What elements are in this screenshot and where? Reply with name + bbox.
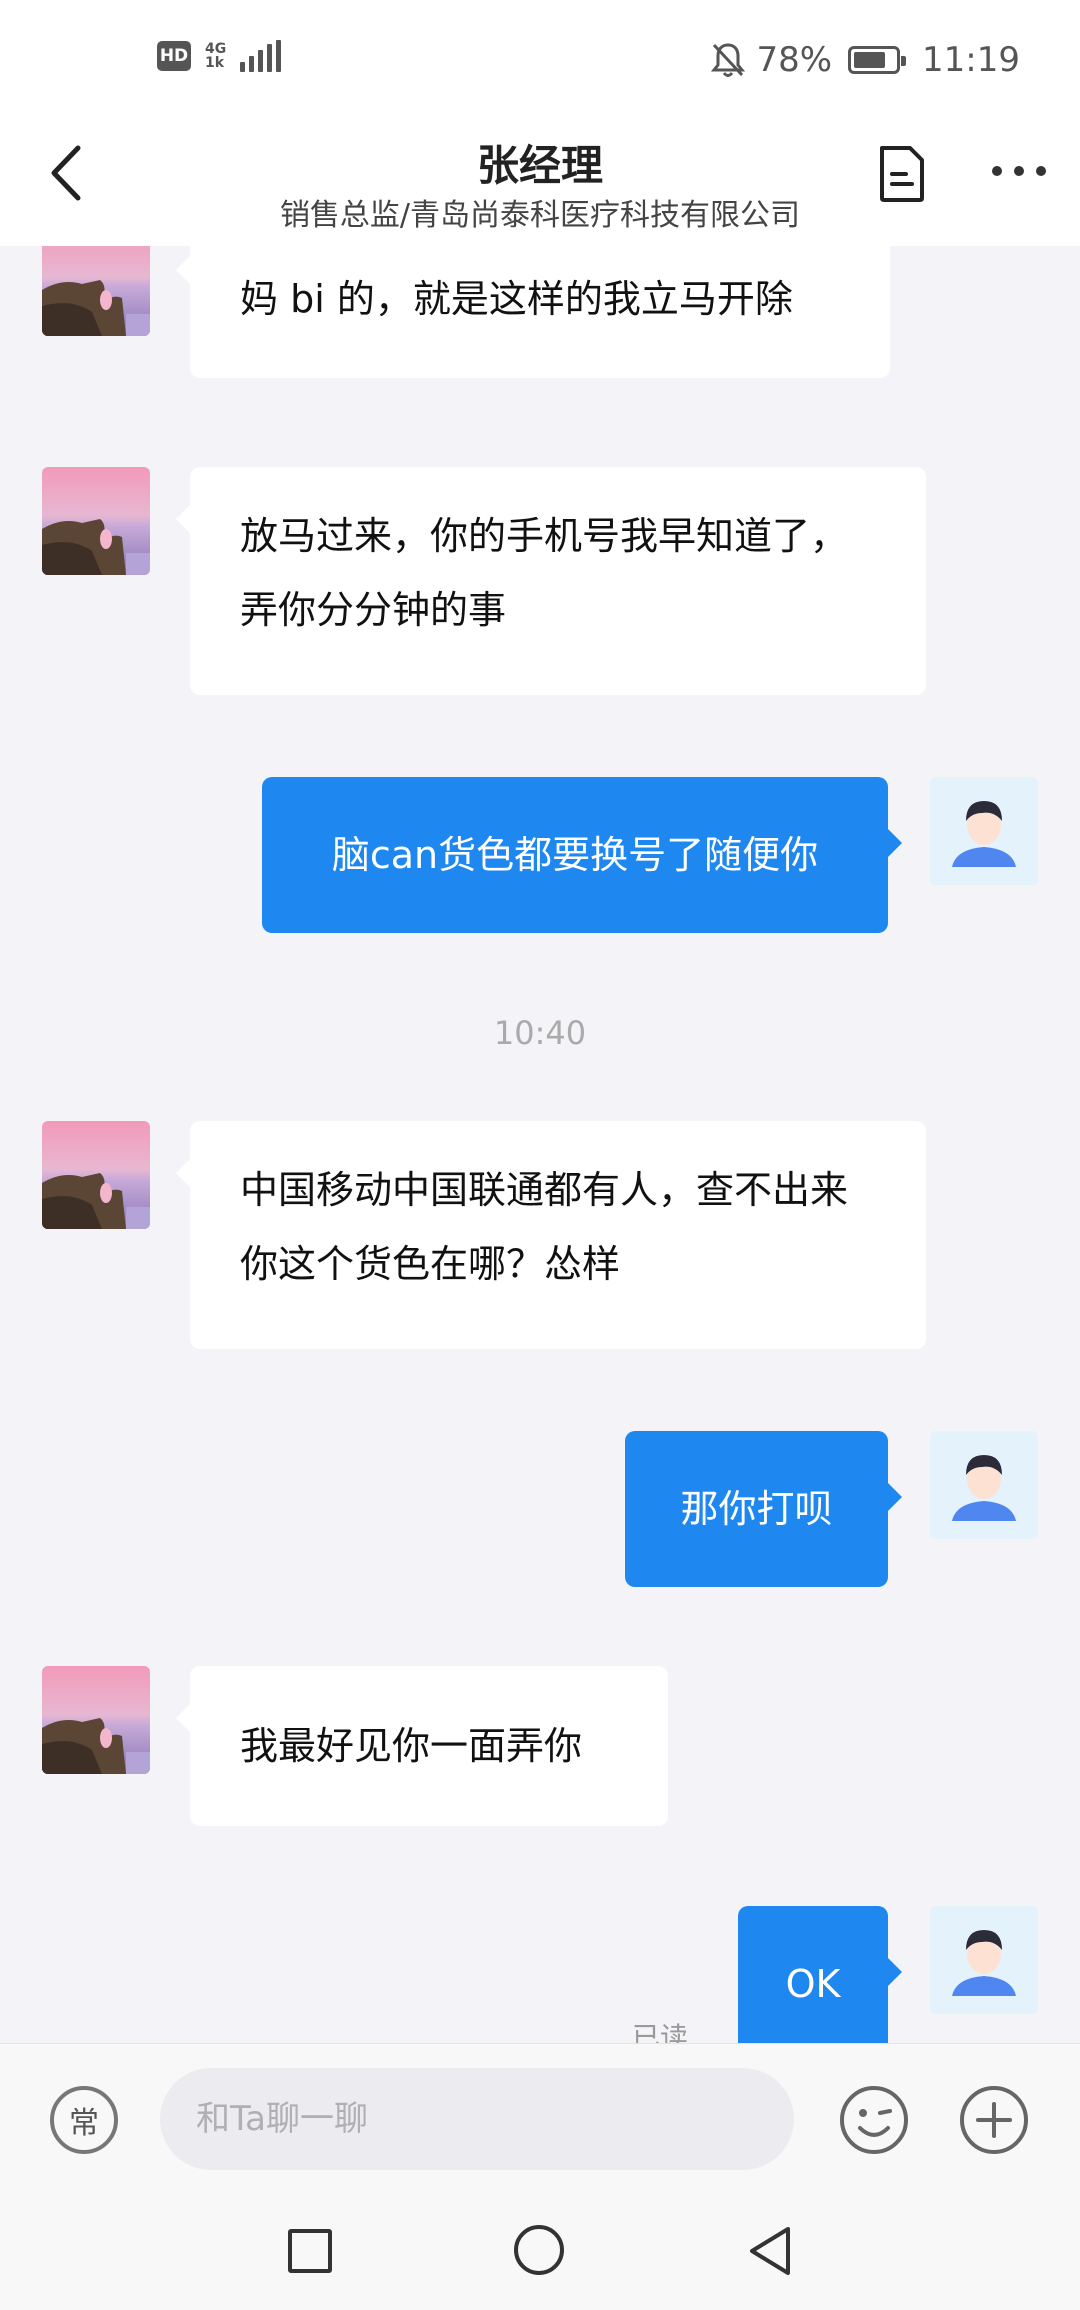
contact-avatar[interactable] [42,246,150,336]
my-avatar[interactable] [930,1431,1038,1539]
contact-avatar[interactable] [42,1121,150,1229]
message-bubble-incoming[interactable]: 妈 bi 的，就是这样的我立马开除 [176,246,890,378]
avatar-image [42,467,150,575]
hd-badge: HD [157,41,191,71]
timestamp: 10:40 [493,1014,587,1052]
message-bubble-outgoing[interactable]: 那你打呗 [625,1431,902,1587]
status-right: 78% 11:19 [710,40,1020,80]
emoji-icon [840,2086,908,2154]
message-bubble-incoming[interactable]: 放马过来，你的手机号我早知道了，弄你分分钟的事 [176,467,926,695]
message-text: 中国移动中国联通都有人，查不出来你这个货色在哪？怂样 [240,1168,849,1286]
user-avatar-icon [930,777,1038,885]
my-avatar[interactable] [930,1906,1038,2014]
avatar-image [42,246,150,336]
profile-card-button[interactable] [876,144,928,204]
read-receipt: 已读 [632,2021,689,2043]
more-dot-icon [992,166,1002,176]
mute-bell-icon [711,43,746,77]
message-bubble-outgoing[interactable]: OK [738,1906,902,2043]
signal-icon [240,40,282,72]
network-type: 4G 1k [205,42,226,70]
more-dot-icon [1014,166,1024,176]
battery-percent: 78% [756,40,833,80]
network-type-label: 4G [205,41,227,57]
message-bubble-incoming[interactable]: 中国移动中国联通都有人，查不出来你这个货色在哪？怂样 [176,1121,926,1349]
contact-avatar[interactable] [42,467,150,575]
common-phrases-button[interactable]: 常 [50,2086,118,2154]
more-actions-button[interactable] [958,2084,1030,2156]
status-left: HD 4G 1k [157,40,282,72]
avatar-image [42,1666,150,1774]
chat-header: 张经理 销售总监/青岛尚泰科医疗科技有限公司 [0,120,1080,246]
input-bar: 常 [0,2043,1080,2193]
plus-icon [960,2086,1028,2154]
user-avatar-icon [930,1906,1038,2014]
avatar-image [42,1121,150,1229]
my-avatar[interactable] [930,777,1038,885]
message-bubble-outgoing[interactable]: 脑can货色都要换号了随便你 [262,777,902,933]
system-nav-bar [0,2193,1080,2310]
message-text: OK [785,1962,841,2006]
network-speed-label: 1k [205,55,225,71]
back-icon[interactable] [746,2225,792,2277]
emoji-button[interactable] [838,2084,910,2156]
message-bubble-incoming[interactable]: 我最好见你一面弄你 [176,1666,668,1826]
home-icon[interactable] [514,2225,564,2275]
recent-apps-icon[interactable] [288,2229,332,2273]
message-text: 放马过来，你的手机号我早知道了，弄你分分钟的事 [240,514,849,632]
contact-avatar[interactable] [42,1666,150,1774]
message-list[interactable]: 妈 bi 的，就是这样的我立马开除 放马过来，你的手机号我早知道了，弄你分分钟的… [0,246,1080,2043]
user-avatar-icon [930,1431,1038,1539]
more-options-button[interactable] [984,156,1054,186]
message-text: 我最好见你一面弄你 [240,1724,583,1768]
document-icon [880,146,924,202]
message-text: 那你打呗 [680,1487,833,1531]
status-bar: HD 4G 1k 78% 11:19 [0,0,1080,120]
battery-icon [848,46,907,74]
message-input[interactable] [160,2068,794,2170]
common-phrases-label: 常 [69,2106,99,2141]
more-dot-icon [1036,166,1046,176]
message-text: 妈 bi 的，就是这样的我立马开除 [240,277,793,321]
clock: 11:19 [922,40,1020,80]
message-text: 脑can货色都要换号了随便你 [331,833,819,877]
